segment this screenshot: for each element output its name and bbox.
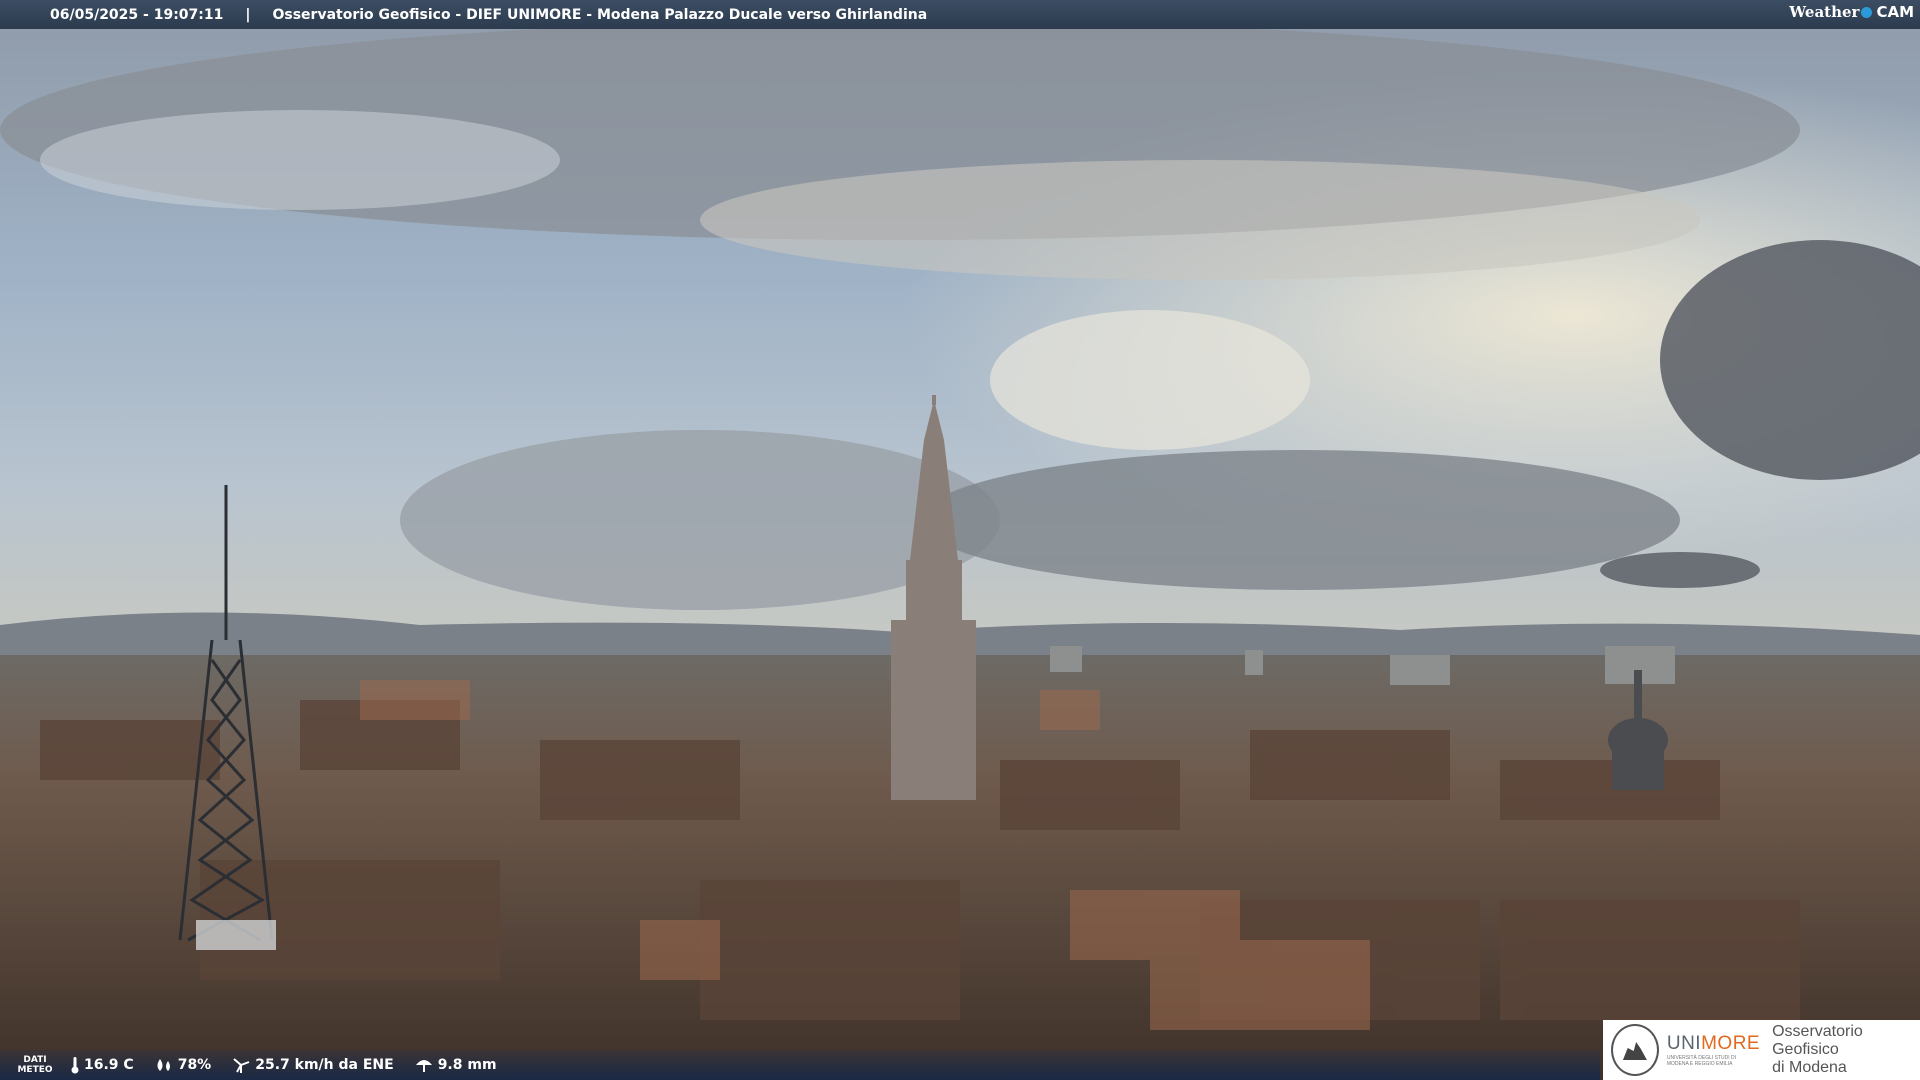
thermometer-icon (71, 1057, 79, 1074)
logo-weather-text: Weather (1789, 3, 1860, 21)
unimore-brand-panel: UNIMORE UNIVERSITÀ DEGLI STUDI DI MODENA… (1603, 1020, 1920, 1080)
rain-value: 9.8 mm (437, 1057, 497, 1073)
umbrella-icon (415, 1060, 432, 1072)
wind-metric: 25.7 km/h da ENE (231, 1057, 394, 1073)
webcam-photo (0, 0, 1920, 1080)
humidity-value: 78% (177, 1057, 212, 1073)
separator: | (245, 6, 251, 23)
camera-title: Osservatorio Geofisico - DIEF UNIMORE - … (272, 6, 928, 23)
unimore-logo: UNIMORE UNIVERSITÀ DEGLI STUDI DI MODENA… (1667, 1033, 1760, 1067)
unimore-more: MORE (1701, 1033, 1761, 1054)
timestamp: 06/05/2025 - 19:07:11 (50, 6, 224, 23)
temperature-metric: 16.9 C (70, 1056, 134, 1074)
unimore-subtitle-2: MODENA E REGGIO EMILIA (1666, 1061, 1733, 1067)
weather-label-line2: METEO (17, 1065, 53, 1075)
weather-label: DATI METEO (0, 1055, 70, 1075)
weather-data-bar: DATI METEO 16.9 C 78% 25.7 km/h da ENE 9… (0, 1050, 1600, 1080)
logo-dot-icon (1861, 6, 1873, 18)
observatory-name: Osservatorio Geofisico di Modena (1772, 1023, 1920, 1077)
wind-turbine-icon (233, 1058, 250, 1073)
observatory-line2: di Modena (1772, 1059, 1847, 1076)
weather-label-line1: DATI (23, 1055, 47, 1065)
observatory-line1: Osservatorio Geofisico (1772, 1023, 1863, 1058)
top-caption-bar: 06/05/2025 - 19:07:11 | Osservatorio Geo… (0, 0, 1920, 29)
temperature-value: 16.9 C (84, 1057, 134, 1073)
weathercam-logo: Weather CAM (1789, 3, 1914, 21)
humidity-metric: 78% (154, 1057, 212, 1073)
unimore-uni: UNI (1666, 1033, 1702, 1054)
logo-cam-text: CAM (1876, 3, 1914, 21)
humidity-drops-icon (157, 1059, 170, 1071)
wind-value: 25.7 km/h da ENE (255, 1057, 394, 1073)
rain-metric: 9.8 mm (414, 1057, 497, 1073)
unimore-seal-icon (1611, 1024, 1659, 1076)
